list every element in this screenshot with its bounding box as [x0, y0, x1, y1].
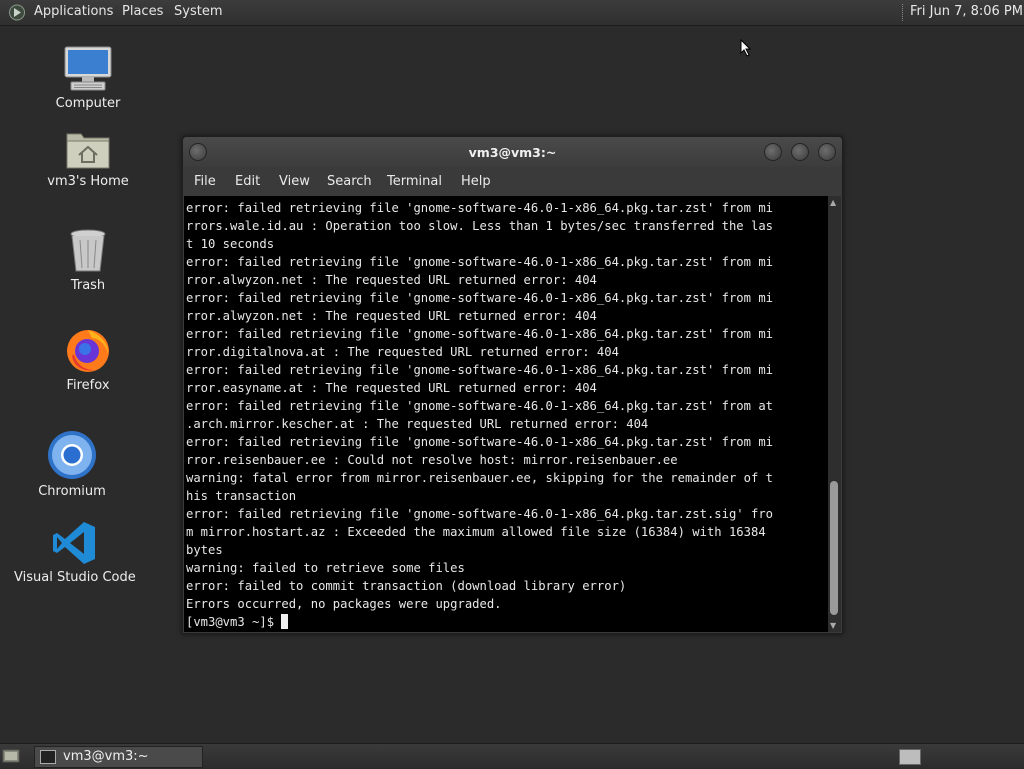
terminal-line: error: failed retrieving file 'gnome-sof… [186, 255, 773, 269]
desktop-icon-trash[interactable]: Trash [28, 228, 148, 293]
terminal-menubar: File Edit View Search Terminal Help [183, 167, 842, 195]
terminal-window: vm3@vm3:~ File Edit View Search Terminal… [182, 136, 843, 634]
desktop-icon-vscode[interactable]: Visual Studio Code [14, 520, 136, 585]
terminal-line: rror.easyname.at : The requested URL ret… [186, 381, 597, 395]
minimize-button[interactable] [764, 143, 782, 161]
trash-icon [70, 229, 106, 272]
terminal-line: error: failed to commit transaction (dow… [186, 579, 627, 593]
scroll-down-arrow-icon[interactable]: ▼ [830, 621, 836, 630]
taskbar-button-terminal[interactable]: vm3@vm3:~ [34, 746, 203, 768]
desktop-icon-firefox[interactable]: Firefox [28, 326, 148, 393]
terminal-line: error: failed retrieving file 'gnome-sof… [186, 327, 773, 341]
terminal-line: error: failed retrieving file 'gnome-sof… [186, 507, 773, 521]
maximize-button[interactable] [791, 143, 809, 161]
desktop-icon-label: Chromium [38, 484, 106, 499]
scroll-up-arrow-icon[interactable]: ▲ [830, 198, 836, 207]
computer-icon [64, 46, 112, 91]
desktop-icon-label: Trash [70, 278, 106, 293]
menu-help[interactable]: Help [461, 174, 491, 189]
bottom-panel: vm3@vm3:~ [0, 743, 1024, 769]
firefox-icon [67, 330, 109, 372]
terminal-line: error: failed retrieving file 'gnome-sof… [186, 435, 773, 449]
desktop-icon-home[interactable]: vm3's Home [28, 128, 148, 189]
system-menu[interactable]: System [174, 4, 222, 19]
terminal-line: warning: fatal error from mirror.reisenb… [186, 471, 773, 485]
terminal-prompt: [vm3@vm3 ~]$ [186, 615, 282, 629]
terminal-line: his transaction [186, 489, 297, 503]
home-folder-icon [66, 133, 110, 169]
menu-view[interactable]: View [279, 174, 310, 189]
menu-search[interactable]: Search [327, 174, 372, 189]
terminal-line: t 10 seconds [186, 237, 275, 251]
terminal-line: rrors.wale.id.au : Operation too slow. L… [186, 219, 773, 233]
clock[interactable]: Fri Jun 7, 8:06 PM [910, 4, 1023, 19]
terminal-line: rror.alwyzon.net : The requested URL ret… [186, 309, 597, 323]
terminal-output[interactable]: error: failed retrieving file 'gnome-sof… [184, 196, 828, 632]
terminal-line: error: failed retrieving file 'gnome-sof… [186, 291, 773, 305]
terminal-line: Errors occurred, no packages were upgrad… [186, 597, 502, 611]
desktop-icon-computer[interactable]: Computer [28, 46, 148, 111]
vscode-icon [53, 522, 95, 564]
panel-separator [902, 4, 905, 21]
chromium-icon [48, 431, 96, 479]
window-titlebar[interactable]: vm3@vm3:~ [183, 137, 842, 167]
terminal-line: error: failed retrieving file 'gnome-sof… [186, 363, 773, 377]
desktop-icon-label: vm3's Home [47, 174, 129, 189]
mouse-pointer-icon [740, 39, 752, 57]
terminal-line: rror.digitalnova.at : The requested URL … [186, 345, 619, 359]
desktop-icon-label: Firefox [66, 378, 110, 393]
scrollbar-thumb[interactable] [830, 481, 838, 615]
close-button[interactable] [818, 143, 836, 161]
terminal-line: error: failed retrieving file 'gnome-sof… [186, 399, 773, 413]
taskbar-button-label: vm3@vm3:~ [63, 749, 149, 764]
terminal-prompt-line[interactable]: [vm3@vm3 ~]$ [186, 613, 828, 631]
menu-file[interactable]: File [194, 174, 216, 189]
terminal-line: .arch.mirror.kescher.at : The requested … [186, 417, 649, 431]
top-panel: Applications Places System Fri Jun 7, 8:… [0, 0, 1024, 26]
terminal-line: rror.alwyzon.net : The requested URL ret… [186, 273, 597, 287]
desktop-icon-label: Visual Studio Code [14, 570, 136, 585]
menu-edit[interactable]: Edit [235, 174, 260, 189]
text-cursor [281, 614, 289, 629]
window-title: vm3@vm3:~ [468, 145, 557, 160]
workspace-switcher[interactable] [899, 749, 921, 765]
show-desktop-icon[interactable] [2, 748, 20, 764]
desktop-icon-chromium[interactable]: Chromium [12, 430, 132, 499]
menu-terminal[interactable]: Terminal [387, 174, 442, 189]
terminal-line: bytes [186, 543, 223, 557]
terminal-line: m mirror.hostart.az : Exceeded the maxim… [186, 525, 766, 539]
terminal-line: error: failed retrieving file 'gnome-sof… [186, 201, 773, 215]
applications-menu-icon[interactable] [8, 4, 26, 21]
terminal-scrollbar[interactable]: ▲ ▼ [828, 196, 841, 632]
places-menu[interactable]: Places [122, 4, 163, 19]
desktop-icon-label: Computer [55, 96, 121, 111]
terminal-line: rror.reisenbauer.ee : Could not resolve … [186, 453, 678, 467]
terminal-line: warning: failed to retrieve some files [186, 561, 465, 575]
applications-menu[interactable]: Applications [34, 4, 113, 19]
terminal-icon [40, 750, 56, 764]
